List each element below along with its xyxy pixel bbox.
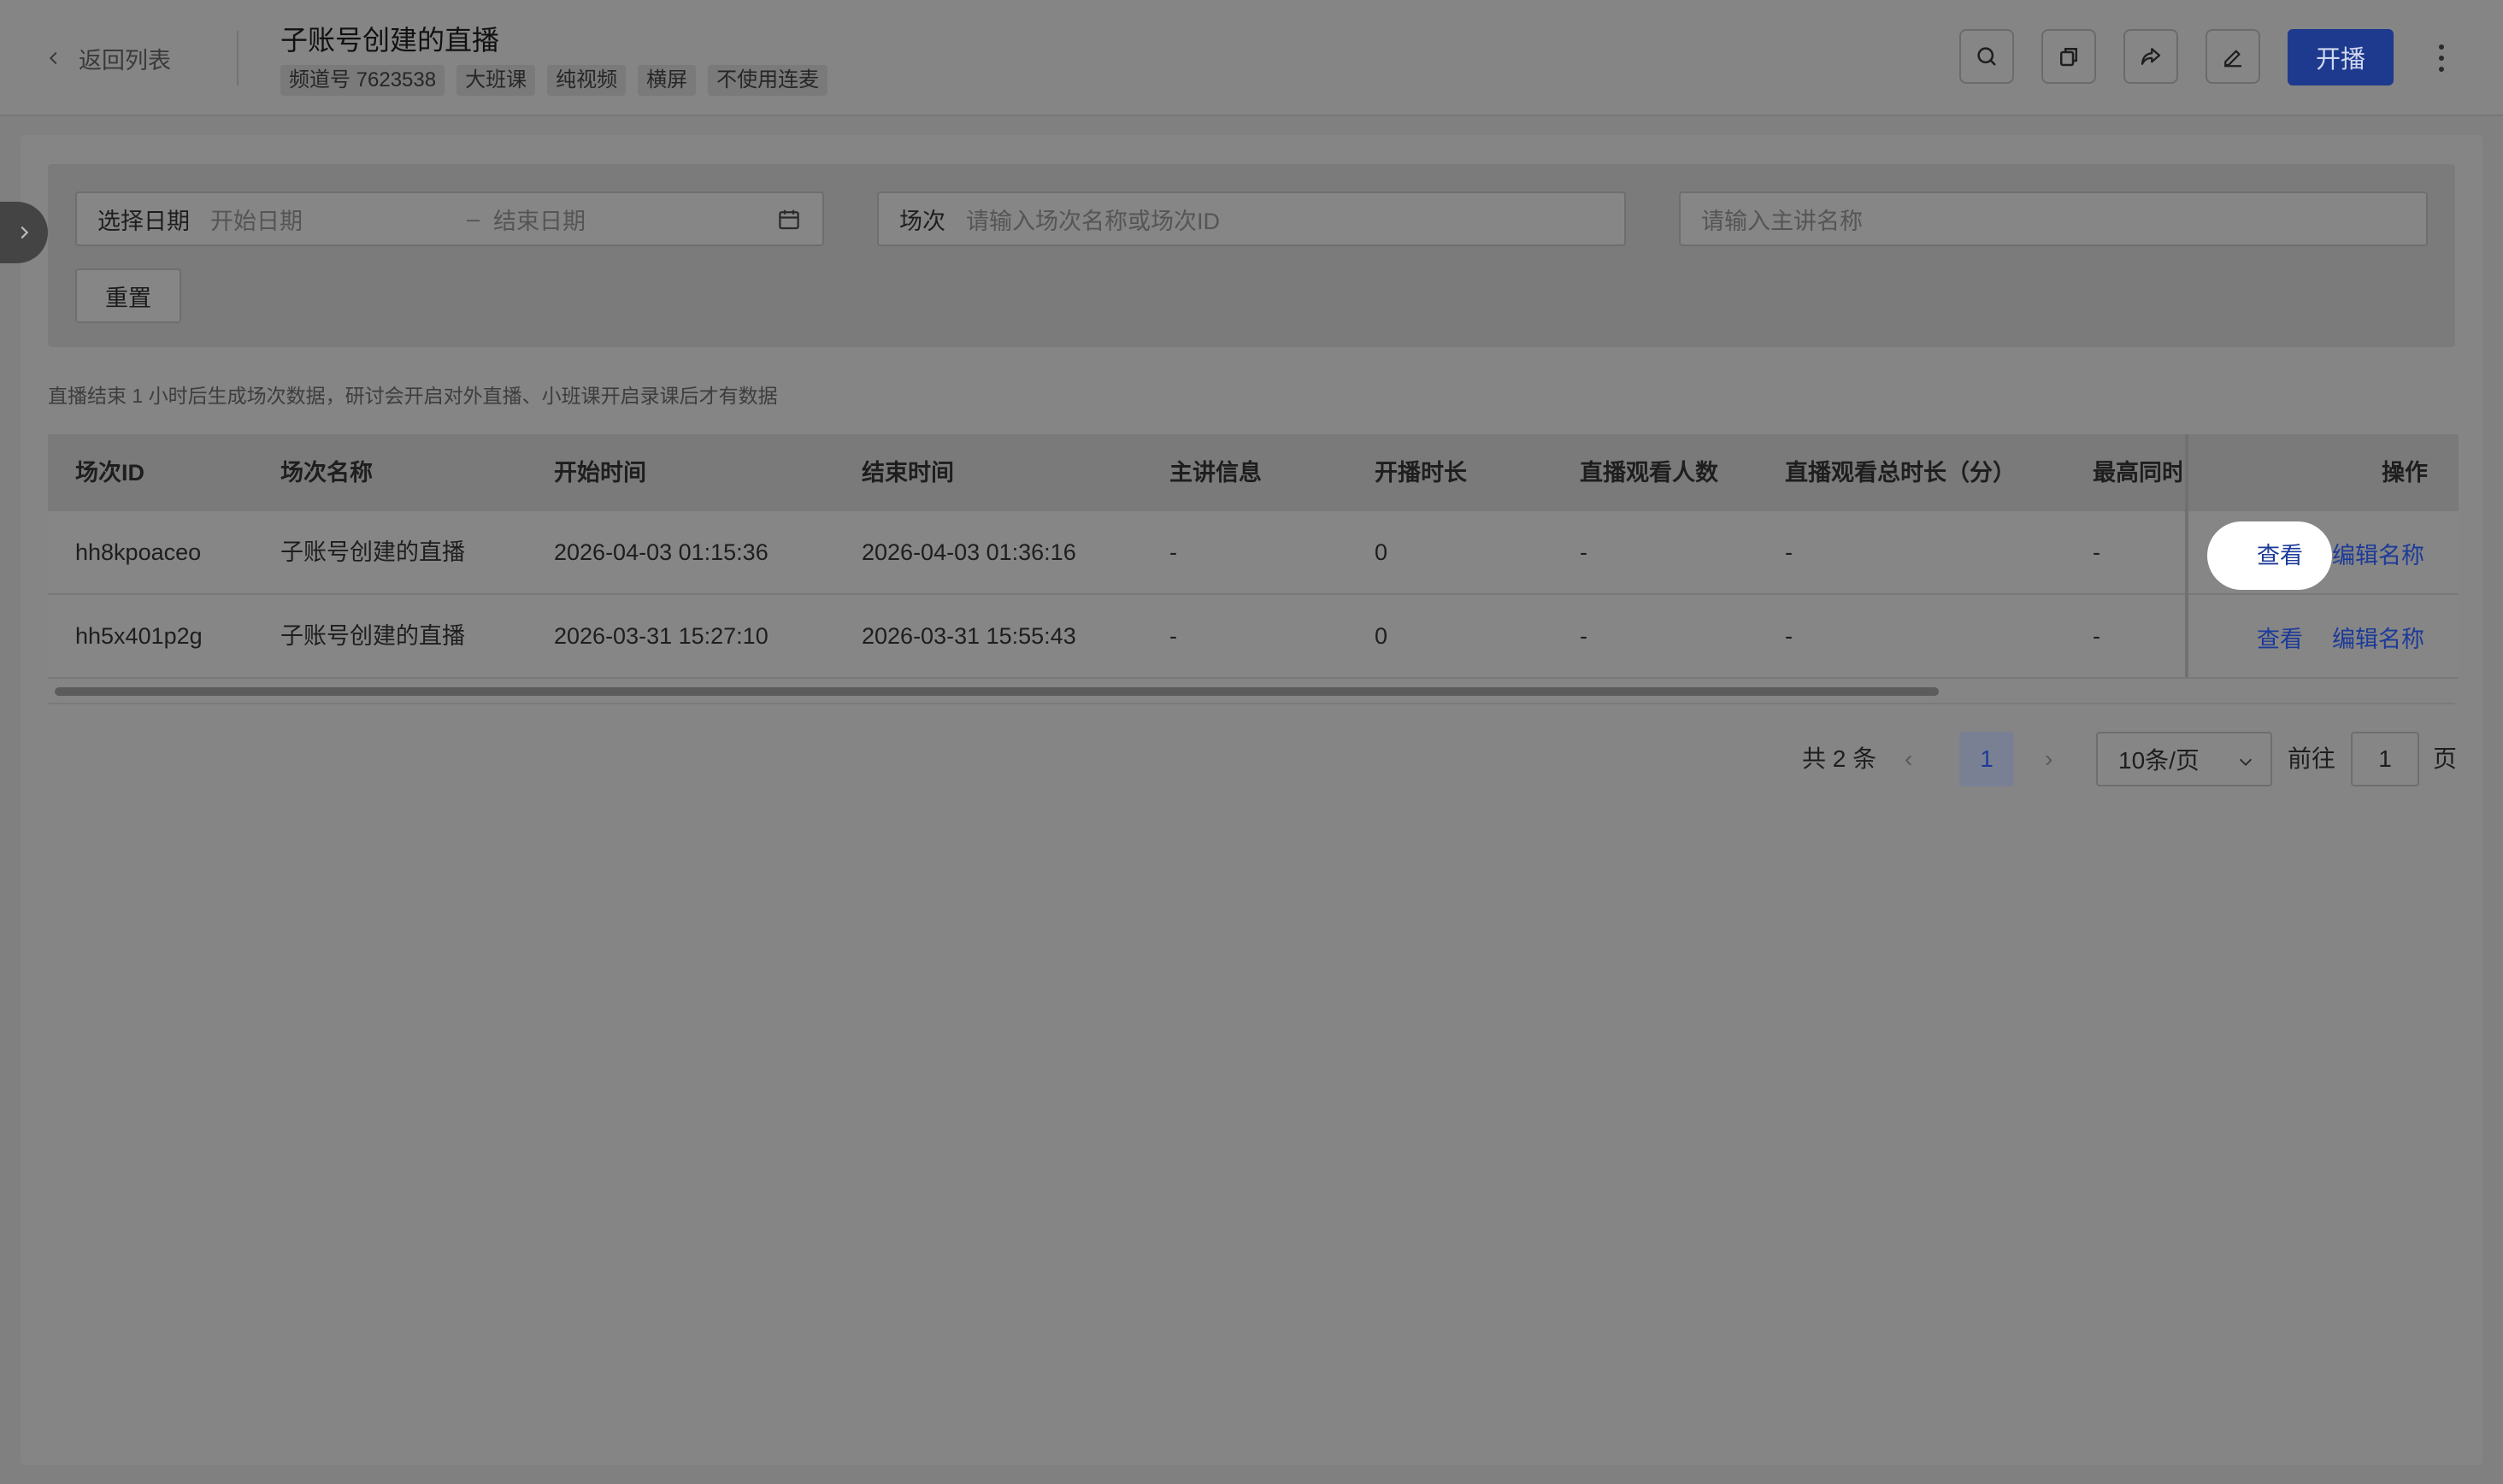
cell-start-time: 2026-03-31 15:27:10 xyxy=(554,623,769,649)
page-header: 返回列表 子账号创建的直播 频道号 7623538 大班课 纯视频 横屏 不使用… xyxy=(0,0,2503,116)
page-title: 子账号创建的直播 xyxy=(280,25,500,56)
cell-viewers: - xyxy=(1580,539,1587,565)
col-viewers: 直播观看人数 xyxy=(1580,460,1718,486)
edit-button[interactable] xyxy=(2206,29,2260,84)
edit-name-button[interactable]: 编辑名称 xyxy=(2332,621,2424,654)
view-button[interactable]: 查看 xyxy=(2257,621,2303,654)
cell-session-id: hh5x401p2g xyxy=(75,623,203,649)
tag-orientation: 横屏 xyxy=(638,65,697,96)
goto-label: 前往 xyxy=(2288,745,2336,772)
cell-start-time: 2026-04-03 01:15:36 xyxy=(554,539,769,565)
date-label: 选择日期 xyxy=(97,208,190,234)
start-live-button[interactable]: 开播 xyxy=(2288,29,2394,85)
cell-peak: - xyxy=(2093,539,2100,565)
page-suffix: 页 xyxy=(2433,745,2458,772)
back-to-list-button[interactable]: 返回列表 xyxy=(44,43,171,74)
view-button[interactable]: 查看 xyxy=(2257,537,2303,570)
cell-session-id: hh8kpoaceo xyxy=(75,539,202,565)
reset-button[interactable]: 重置 xyxy=(75,268,181,323)
filter-area: 选择日期 开始日期 – 结束日期 场次 请输入场次名称或场次ID 请输入主讲名称… xyxy=(48,164,2455,347)
tag-mic-mode: 不使用连麦 xyxy=(708,65,828,96)
table-row: hh5x401p2g 子账号创建的直播 2026-03-31 15:27:10 … xyxy=(48,595,2455,679)
edit-icon xyxy=(2224,50,2241,68)
share-button[interactable] xyxy=(2123,29,2178,84)
cell-end-time: 2026-04-03 01:36:16 xyxy=(862,539,1076,565)
cell-total-minutes: - xyxy=(1785,539,1793,565)
copy-icon xyxy=(2060,48,2077,67)
session-label: 场次 xyxy=(899,208,945,234)
back-label: 返回列表 xyxy=(79,47,171,74)
copy-button[interactable] xyxy=(2041,29,2096,84)
chevron-down-icon xyxy=(2239,758,2253,766)
tag-video-mode: 纯视频 xyxy=(547,65,627,96)
page-size-value: 10条/页 xyxy=(2118,747,2200,774)
cell-duration: 0 xyxy=(1375,623,1388,649)
col-session-name: 场次名称 xyxy=(280,460,373,486)
header-divider xyxy=(237,31,239,85)
date-separator: – xyxy=(467,205,480,232)
col-operations: 操作 xyxy=(2382,460,2428,486)
col-peak: 最高同时 xyxy=(2093,460,2182,486)
goto-page-input[interactable]: 1 xyxy=(2351,732,2419,786)
data-notice: 直播结束 1 小时后生成场次数据，研讨会开启对外直播、小班课开启录课后才有数据 xyxy=(48,385,778,407)
cell-total-minutes: - xyxy=(1785,623,1793,649)
page-size-select[interactable]: 10条/页 xyxy=(2096,732,2272,786)
table-bottom-border xyxy=(48,703,2455,704)
search-button[interactable] xyxy=(1959,29,2014,84)
cell-peak: - xyxy=(2093,623,2100,649)
col-duration: 开播时长 xyxy=(1375,460,1467,486)
more-icon[interactable] xyxy=(2426,34,2457,82)
chevron-left-icon xyxy=(49,51,57,65)
table-row: hh8kpoaceo 子账号创建的直播 2026-04-03 01:15:36 … xyxy=(48,511,2455,595)
cell-session-name: 子账号创建的直播 xyxy=(280,623,465,649)
col-host-info: 主讲信息 xyxy=(1169,460,1262,486)
horizontal-scrollbar[interactable] xyxy=(55,687,1939,696)
cell-session-name: 子账号创建的直播 xyxy=(280,539,465,565)
cell-host-info: - xyxy=(1169,623,1177,649)
col-start-time: 开始时间 xyxy=(554,460,646,486)
share-icon xyxy=(2141,48,2161,65)
edit-name-button[interactable]: 编辑名称 xyxy=(2332,537,2424,570)
cell-end-time: 2026-03-31 15:55:43 xyxy=(862,623,1076,649)
goto-page-value: 1 xyxy=(2378,745,2392,772)
end-date-input[interactable]: 结束日期 xyxy=(493,203,586,236)
chevron-right-icon xyxy=(21,226,29,239)
start-date-input[interactable]: 开始日期 xyxy=(210,203,467,236)
table-header: 场次ID 场次名称 开始时间 结束时间 主讲信息 开播时长 直播观看人数 直播观… xyxy=(48,434,2455,511)
host-placeholder: 请输入主讲名称 xyxy=(1701,208,1863,234)
session-placeholder: 请输入场次名称或场次ID xyxy=(966,208,1220,234)
tag-class-type: 大班课 xyxy=(456,65,536,96)
prev-page-button[interactable]: ‹ xyxy=(1905,732,1912,786)
page-button-current[interactable]: 1 xyxy=(1959,732,2014,786)
col-total-minutes: 直播观看总时长（分） xyxy=(1785,460,2016,486)
col-end-time: 结束时间 xyxy=(862,460,954,486)
next-page-button[interactable]: › xyxy=(2045,732,2052,786)
date-range-picker[interactable]: 选择日期 开始日期 – 结束日期 xyxy=(75,191,824,246)
session-search-input[interactable]: 场次 请输入场次名称或场次ID xyxy=(877,191,1626,246)
cell-viewers: - xyxy=(1580,623,1587,649)
channel-tags: 频道号 7623538 大班课 纯视频 横屏 不使用连麦 xyxy=(280,65,828,96)
cell-host-info: - xyxy=(1169,539,1177,565)
tag-channel-id: 频道号 7623538 xyxy=(280,65,445,96)
search-icon xyxy=(1977,47,1996,66)
host-search-input[interactable]: 请输入主讲名称 xyxy=(1679,191,2428,246)
total-count: 共 2 条 xyxy=(1802,745,1877,772)
col-session-id: 场次ID xyxy=(75,460,144,486)
calendar-icon xyxy=(779,209,799,230)
cell-duration: 0 xyxy=(1375,539,1388,565)
